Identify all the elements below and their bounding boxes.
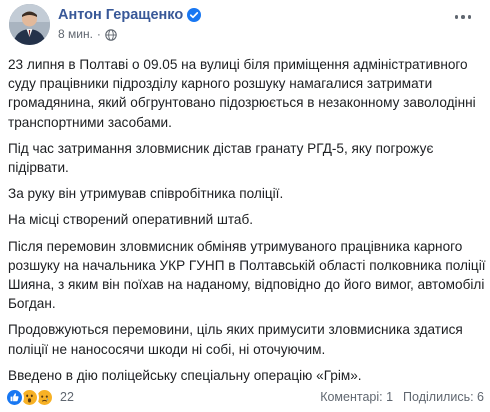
author-avatar[interactable] — [9, 4, 50, 45]
more-dot — [467, 15, 472, 19]
like-icon — [5, 387, 24, 407]
author-name[interactable]: Антон Геращенко — [58, 7, 183, 23]
post-paragraph: Введено в дію поліцейську спеціальну опе… — [8, 367, 362, 383]
globe-icon[interactable] — [105, 28, 117, 41]
author-line: Антон Геращенко — [58, 5, 202, 25]
shares-count-link[interactable]: Поділились: 6 — [403, 390, 484, 404]
engagement-stats: Коментарі: 1 Поділились: 6 — [320, 389, 484, 405]
meta-separator: · — [96, 27, 101, 41]
more-dot — [454, 15, 459, 19]
post-paragraph: На місці створений оперативний штаб. — [8, 212, 254, 228]
more-dot — [461, 15, 465, 19]
post-text: 23 липня в Полтаві о 09.05 на вулиці біл… — [8, 55, 486, 392]
profile-avatar-icon — [9, 4, 50, 45]
post-paragraph: Продовжуються перемовини, ціль яких прим… — [8, 322, 463, 357]
more-options-icon[interactable] — [450, 8, 476, 26]
post-paragraph: Після перемовин зловмисник обміняв утрим… — [8, 238, 486, 312]
facebook-post: Антон Геращенко 8 мин. · 23 липня в Полт… — [0, 0, 490, 412]
verified-badge-icon — [187, 8, 202, 22]
post-paragraph: Під час затримання зловмисник дістав гра… — [8, 140, 434, 176]
post-paragraph: 23 липня в Полтаві о 09.05 на вулиці біл… — [8, 57, 476, 130]
reactions-summary[interactable]: 22 — [5, 387, 74, 407]
post-paragraph: За руку він утримував співробітника полі… — [8, 186, 284, 202]
post-timestamp[interactable]: 8 мин. — [58, 27, 93, 41]
post-footer: 22 Коментарі: 1 Поділились: 6 — [0, 386, 490, 408]
post-meta: 8 мин. · — [58, 26, 117, 42]
comments-count-link[interactable]: Коментарі: 1 — [320, 390, 393, 404]
reaction-count: 22 — [60, 390, 74, 404]
